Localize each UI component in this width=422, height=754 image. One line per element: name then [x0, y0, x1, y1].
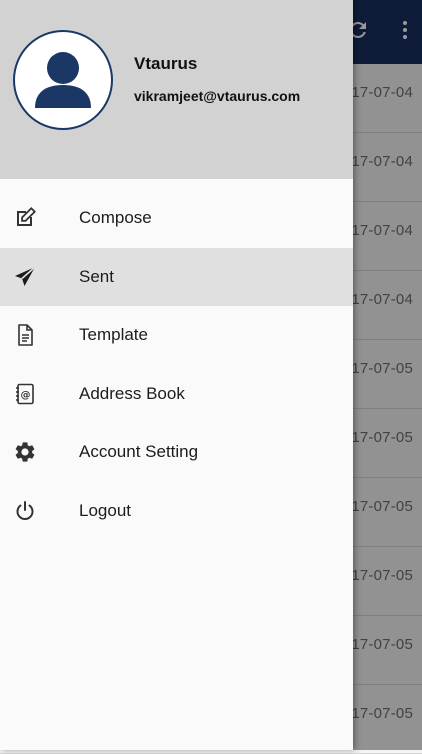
menu-item-address-book[interactable]: @ Address Book: [0, 365, 353, 424]
svg-text:@: @: [21, 390, 31, 401]
address-book-icon: @: [13, 382, 37, 406]
user-email: vikramjeet@vtaurus.com: [134, 88, 301, 104]
menu-item-sent[interactable]: Sent: [0, 247, 353, 306]
menu-item-label: Template: [79, 325, 148, 345]
document-icon: [13, 323, 37, 347]
menu-item-label: Sent: [79, 266, 114, 286]
send-icon: [13, 265, 37, 289]
drawer-menu: Compose Sent Template @ Address Book Acc…: [0, 189, 353, 540]
menu-item-label: Logout: [79, 500, 131, 520]
menu-item-label: Compose: [79, 208, 152, 228]
navigation-drawer: Vtaurus vikramjeet@vtaurus.com Compose S…: [0, 0, 353, 750]
gear-icon: [13, 440, 37, 464]
menu-item-label: Address Book: [79, 383, 185, 403]
compose-icon: [13, 206, 37, 230]
menu-item-template[interactable]: Template: [0, 306, 353, 365]
user-avatar-icon: [13, 30, 113, 130]
power-icon: [13, 499, 37, 523]
menu-item-account-setting[interactable]: Account Setting: [0, 423, 353, 482]
menu-item-logout[interactable]: Logout: [0, 482, 353, 541]
menu-item-label: Account Setting: [79, 442, 199, 462]
user-name: Vtaurus: [134, 54, 198, 73]
menu-item-compose[interactable]: Compose: [0, 189, 353, 248]
drawer-header: Vtaurus vikramjeet@vtaurus.com: [0, 0, 353, 179]
